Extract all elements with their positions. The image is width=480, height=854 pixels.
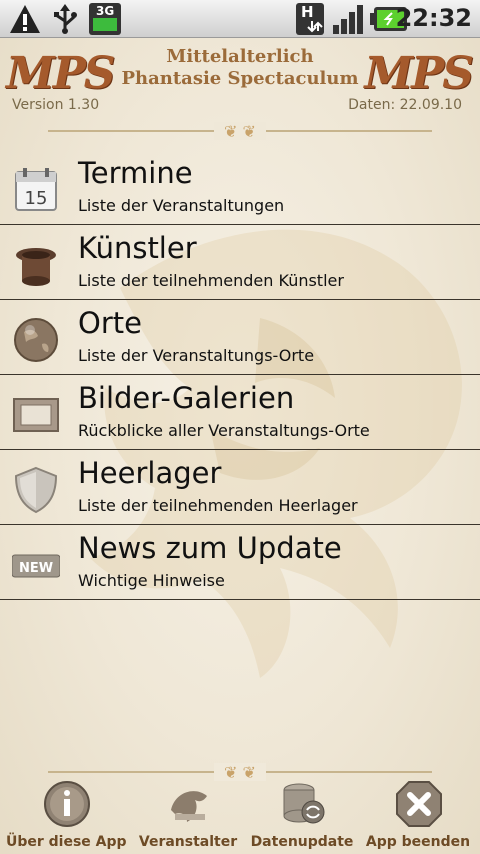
menu-item-subtitle: Rückblicke aller Veranstaltungs-Orte xyxy=(78,421,370,440)
database-refresh-icon xyxy=(279,780,327,828)
main-menu: 15 Termine Liste der Veranstaltungen Kün… xyxy=(0,150,480,600)
organizer-label: Veranstalter xyxy=(138,834,238,850)
status-bar: 3G H 22:32 xyxy=(0,0,480,38)
menu-item-news[interactable]: NEW News zum Update Wichtige Hinweise xyxy=(0,525,480,600)
menu-item-orte[interactable]: Orte Liste der Veranstaltungs-Orte xyxy=(0,300,480,375)
close-icon xyxy=(395,780,443,828)
exit-button[interactable]: App beenden xyxy=(358,780,478,854)
app-background: MPS Mittelalterlich Phantasie Spectaculu… xyxy=(0,38,480,854)
info-icon xyxy=(43,780,91,828)
footer-toolbar: Über diese App Veranstalter Datenupdate … xyxy=(0,780,480,854)
warning-icon xyxy=(8,3,42,39)
ornament-icon: ❦ ❦ xyxy=(214,763,266,782)
hspa-label: H xyxy=(301,3,314,21)
shield-icon xyxy=(12,466,60,514)
about-label: Über diese App xyxy=(6,834,127,850)
magic-hat-icon xyxy=(12,241,60,289)
menu-item-subtitle: Wichtige Hinweise xyxy=(78,571,225,590)
ornament-icon: ❦ ❦ xyxy=(214,122,266,141)
dataupdate-button[interactable]: Datenupdate xyxy=(242,780,362,854)
menu-item-heerlager[interactable]: Heerlager Liste der teilnehmenden Heerla… xyxy=(0,450,480,525)
network-type-label: 3G xyxy=(96,4,115,18)
picture-frame-icon xyxy=(12,391,60,439)
about-button[interactable]: Über diese App xyxy=(6,780,127,854)
menu-item-subtitle: Liste der Veranstaltungs-Orte xyxy=(78,346,315,365)
menu-item-title: Termine xyxy=(78,156,193,190)
app-header: MPS Mittelalterlich Phantasie Spectaculu… xyxy=(0,38,480,158)
menu-item-subtitle: Liste der Veranstaltungen xyxy=(78,196,285,215)
exit-label: App beenden xyxy=(365,834,471,850)
menu-item-title: News zum Update xyxy=(78,531,342,565)
menu-item-title: Heerlager xyxy=(78,456,222,490)
organizer-button[interactable]: Veranstalter xyxy=(128,780,248,854)
calendar-day: 15 xyxy=(25,188,48,209)
menu-item-title: Künstler xyxy=(78,231,197,265)
calendar-icon: 15 xyxy=(12,166,60,214)
menu-item-title: Orte xyxy=(78,306,142,340)
menu-item-kuenstler[interactable]: Künstler Liste der teilnehmenden Künstle… xyxy=(0,225,480,300)
data-date-label: Daten: 22.09.10 xyxy=(348,97,462,113)
menu-item-subtitle: Liste der teilnehmenden Heerlager xyxy=(78,496,358,515)
logo-right: MPS xyxy=(364,48,474,99)
version-label: Version 1.30 xyxy=(12,97,100,113)
usb-icon xyxy=(50,3,80,39)
menu-item-termine[interactable]: 15 Termine Liste der Veranstaltungen xyxy=(0,150,480,225)
new-badge-icon: NEW xyxy=(11,541,61,589)
signal-icon xyxy=(332,3,366,39)
menu-item-bilder-galerien[interactable]: Bilder-Galerien Rückblicke aller Veranst… xyxy=(0,375,480,450)
new-badge-label: NEW xyxy=(19,561,53,576)
clock: 22:32 xyxy=(395,4,472,32)
organizer-logo-icon xyxy=(165,780,213,828)
globe-icon xyxy=(12,316,60,364)
dataupdate-label: Datenupdate xyxy=(250,834,354,850)
menu-item-title: Bilder-Galerien xyxy=(78,381,295,415)
menu-item-subtitle: Liste der teilnehmenden Künstler xyxy=(78,271,344,290)
